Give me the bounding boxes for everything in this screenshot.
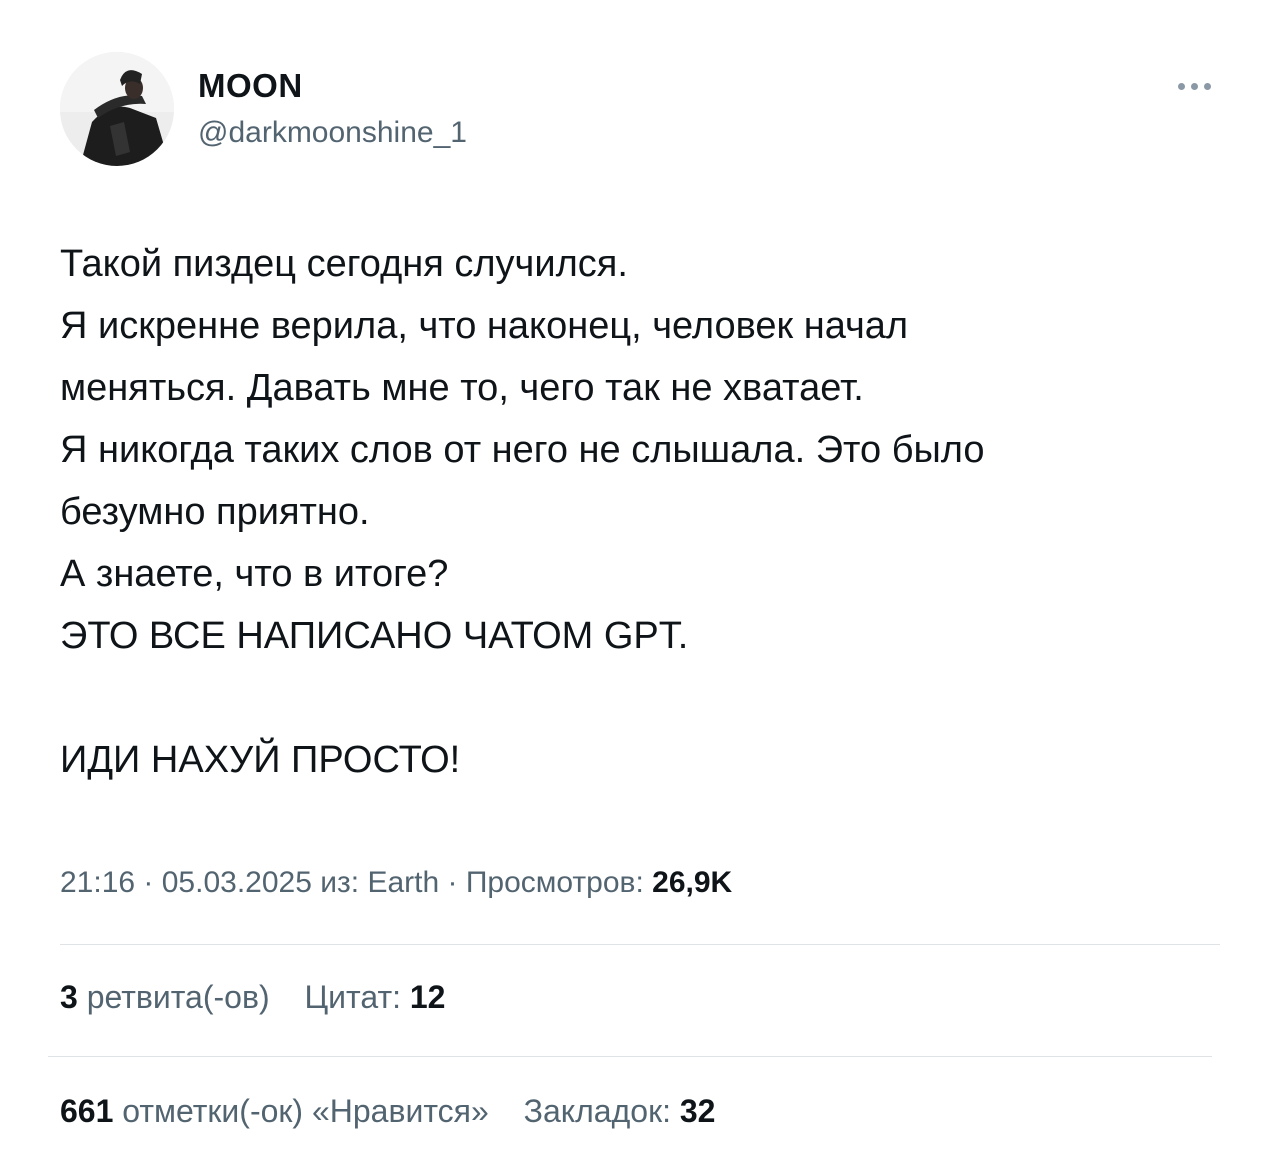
source-prefix: из: bbox=[311, 866, 368, 899]
more-options-button[interactable] bbox=[1168, 72, 1220, 100]
tweet-card: MOON @darkmoonshine_1 Такой пиздец сегод… bbox=[0, 0, 1280, 1159]
ellipsis-icon bbox=[1203, 82, 1211, 90]
views-label: Просмотров: bbox=[465, 866, 653, 899]
engagement-row-likes: 661 отметки(-ок) «Нравится» Закладок: 32 bbox=[60, 1093, 741, 1130]
tweet-text: Такой пиздец сегодня случился. Я искренн… bbox=[60, 233, 1210, 791]
engagement-row-reposts: 3 ретвита(-ов) Цитат: 12 bbox=[60, 979, 471, 1016]
meta-separator: · bbox=[439, 866, 466, 899]
bookmarks-stat[interactable]: Закладок: 32 bbox=[524, 1093, 716, 1130]
likes-stat[interactable]: 661 отметки(-ок) «Нравится» bbox=[60, 1093, 489, 1130]
bookmarks-count: 32 bbox=[679, 1093, 716, 1129]
user-handle[interactable]: @darkmoonshine_1 bbox=[198, 116, 467, 150]
tweet-date[interactable]: 05.03.2025 bbox=[162, 866, 312, 899]
ellipsis-icon bbox=[1190, 82, 1198, 90]
divider bbox=[60, 944, 1220, 945]
retweets-stat[interactable]: 3 ретвита(-ов) bbox=[60, 979, 270, 1016]
likes-label: отметки(-ок) «Нравится» bbox=[113, 1093, 489, 1129]
quotes-label: Цитат: bbox=[304, 979, 410, 1015]
tweet-meta: 21:16 · 05.03.2025 из: Earth · Просмотро… bbox=[60, 866, 732, 900]
tweet-time[interactable]: 21:16 bbox=[60, 866, 135, 899]
tweet-line: меняться. Давать мне то, чего так не хва… bbox=[60, 367, 864, 409]
avatar[interactable] bbox=[60, 52, 174, 166]
display-name[interactable]: MOON bbox=[198, 67, 303, 105]
views-count: 26,9K bbox=[652, 866, 733, 899]
tweet-line: Я никогда таких слов от него не слышала.… bbox=[60, 429, 985, 471]
tweet-line: безумно приятно. bbox=[60, 491, 370, 533]
tweet-line: ИДИ НАХУЙ ПРОСТО! bbox=[60, 739, 461, 781]
retweets-label: ретвита(-ов) bbox=[77, 979, 270, 1015]
retweets-count: 3 bbox=[60, 979, 78, 1015]
quotes-count: 12 bbox=[409, 979, 446, 1015]
tweet-line: Такой пиздец сегодня случился. bbox=[60, 243, 628, 285]
quotes-stat[interactable]: Цитат: 12 bbox=[305, 979, 446, 1016]
tweet-line: Я искренне верила, что наконец, человек … bbox=[60, 305, 909, 347]
meta-separator: · bbox=[135, 866, 162, 899]
profile-photo-icon bbox=[60, 52, 174, 166]
likes-count: 661 bbox=[60, 1093, 114, 1129]
ellipsis-icon bbox=[1177, 82, 1185, 90]
divider bbox=[48, 1056, 1212, 1057]
tweet-source: Earth bbox=[367, 866, 440, 899]
tweet-line: А знаете, что в итоге? bbox=[60, 553, 449, 595]
bookmarks-label: Закладок: bbox=[523, 1093, 680, 1129]
tweet-line: ЭТО ВСЕ НАПИСАНО ЧАТОМ GPT. bbox=[60, 615, 689, 657]
